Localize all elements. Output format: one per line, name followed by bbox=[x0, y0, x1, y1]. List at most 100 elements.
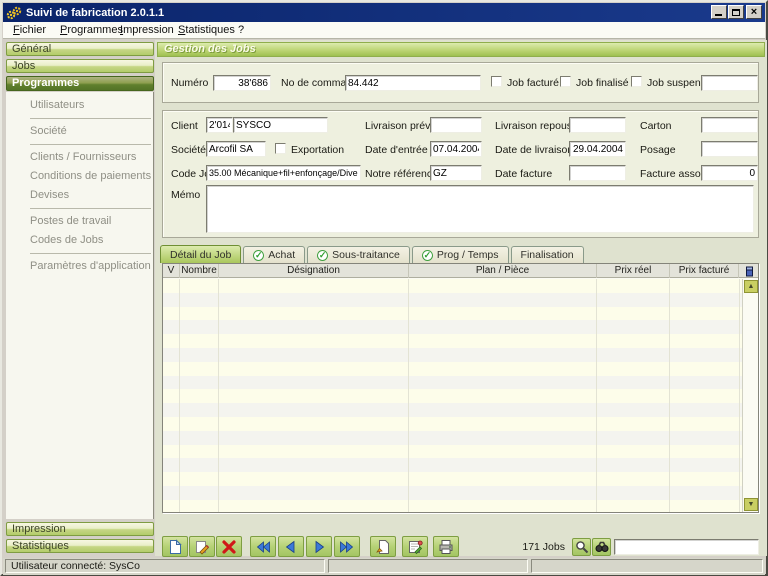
column-header-nombre[interactable]: Nombre bbox=[180, 264, 219, 278]
sidebar-item-conditions-paiements[interactable]: Conditions de paiements bbox=[6, 167, 153, 186]
exportation-checkbox[interactable] bbox=[275, 143, 286, 154]
column-header-v[interactable]: V bbox=[163, 264, 180, 278]
posage-field[interactable] bbox=[701, 141, 758, 157]
tab-prog-temps[interactable]: ✓ Prog / Temps bbox=[412, 246, 509, 263]
table-row[interactable] bbox=[163, 376, 742, 390]
minimize-icon bbox=[715, 14, 722, 16]
sidebar-item-jobs[interactable]: Jobs bbox=[6, 59, 154, 73]
column-header-designation[interactable]: Désignation bbox=[219, 264, 409, 278]
carton-field[interactable] bbox=[701, 117, 758, 133]
table-row[interactable] bbox=[163, 431, 742, 445]
first-record-button[interactable] bbox=[250, 536, 276, 557]
table-cell bbox=[597, 500, 670, 512]
table-cell bbox=[597, 279, 670, 293]
sidebar-item-general[interactable]: Général bbox=[6, 42, 154, 56]
tab-achat[interactable]: ✓ Achat bbox=[243, 246, 305, 263]
sidebar-item-statistiques[interactable]: Statistiques bbox=[6, 539, 154, 553]
memo-field[interactable] bbox=[206, 185, 754, 233]
column-select-cell[interactable] bbox=[739, 264, 758, 278]
title-bar[interactable]: Suivi de fabrication 2.0.1.1 × bbox=[3, 3, 765, 22]
numero-field[interactable] bbox=[213, 75, 271, 91]
table-cell bbox=[597, 458, 670, 472]
vertical-scrollbar[interactable]: ▲ ▼ bbox=[742, 279, 758, 512]
print-copy-icon bbox=[438, 539, 454, 555]
date-facture-field[interactable] bbox=[569, 165, 626, 181]
societe-field[interactable] bbox=[206, 141, 266, 157]
date-livraison-field[interactable] bbox=[569, 141, 626, 157]
edit-record-button[interactable] bbox=[189, 536, 215, 557]
notre-reference-label: Notre référence bbox=[365, 168, 438, 181]
quick-search-input[interactable] bbox=[614, 539, 759, 555]
table-row[interactable] bbox=[163, 417, 742, 431]
menu-fichier[interactable]: Fichier bbox=[9, 23, 50, 38]
minimize-button[interactable] bbox=[711, 5, 727, 19]
table-row[interactable] bbox=[163, 403, 742, 417]
table-row[interactable] bbox=[163, 389, 742, 403]
client-name-field[interactable] bbox=[233, 117, 328, 133]
table-row[interactable] bbox=[163, 293, 742, 307]
table-row[interactable] bbox=[163, 445, 742, 459]
sidebar-item-postes-travail[interactable]: Postes de travail bbox=[6, 212, 153, 231]
client-code-field[interactable] bbox=[206, 117, 233, 133]
delete-record-button[interactable] bbox=[216, 536, 242, 557]
menu-impression[interactable]: Impression bbox=[116, 23, 178, 38]
table-row[interactable] bbox=[163, 486, 742, 500]
table-row[interactable] bbox=[163, 320, 742, 334]
date-entree-field[interactable] bbox=[430, 141, 482, 157]
print-copy-button[interactable] bbox=[433, 536, 459, 557]
menu-statistiques[interactable]: Statistiques bbox=[174, 23, 239, 38]
find-button[interactable] bbox=[592, 538, 611, 556]
search-button[interactable] bbox=[572, 538, 591, 556]
scroll-down-icon[interactable]: ▼ bbox=[744, 498, 758, 511]
livraison-repoussee-field[interactable] bbox=[569, 117, 626, 133]
sidebar-item-societe[interactable]: Société bbox=[6, 122, 153, 141]
sidebar-item-devises[interactable]: Devises bbox=[6, 186, 153, 205]
scroll-up-icon[interactable]: ▲ bbox=[744, 280, 758, 293]
table-cell bbox=[670, 320, 740, 334]
tab-sous-traitance[interactable]: ✓ Sous-traitance bbox=[307, 246, 410, 263]
sidebar-item-impression[interactable]: Impression bbox=[6, 522, 154, 536]
facture-associee-field[interactable] bbox=[701, 165, 758, 181]
table-row[interactable] bbox=[163, 458, 742, 472]
table-cell bbox=[409, 417, 597, 431]
sidebar-item-clients-fournisseurs[interactable]: Clients / Fournisseurs bbox=[6, 148, 153, 167]
column-header-prix-reel[interactable]: Prix réel bbox=[597, 264, 670, 278]
job-suspendu-checkbox[interactable] bbox=[631, 76, 642, 87]
table-row[interactable] bbox=[163, 279, 742, 293]
job-extra-field[interactable] bbox=[701, 75, 758, 91]
exportation-label: Exportation bbox=[291, 144, 344, 157]
table-row[interactable] bbox=[163, 362, 742, 376]
notre-reference-field[interactable] bbox=[430, 165, 482, 181]
tab-finalisation[interactable]: Finalisation bbox=[511, 246, 584, 263]
table-row[interactable] bbox=[163, 334, 742, 348]
job-finalise-checkbox[interactable] bbox=[560, 76, 571, 87]
table-row[interactable] bbox=[163, 307, 742, 321]
tab-detail-du-job[interactable]: Détail du Job bbox=[160, 245, 241, 263]
job-facture-checkbox[interactable] bbox=[491, 76, 502, 87]
table-row[interactable] bbox=[163, 472, 742, 486]
last-record-button[interactable] bbox=[334, 536, 360, 557]
column-header-prix-facture[interactable]: Prix facturé bbox=[670, 264, 739, 278]
close-button[interactable]: × bbox=[746, 5, 762, 19]
table-cell bbox=[670, 472, 740, 486]
sidebar-item-utilisateurs[interactable]: Utilisateurs bbox=[6, 96, 153, 115]
next-record-button[interactable] bbox=[306, 536, 332, 557]
sidebar-item-codes-jobs[interactable]: Codes de Jobs bbox=[6, 231, 153, 250]
column-header-plan-piece[interactable]: Plan / Pièce bbox=[409, 264, 597, 278]
previous-record-button[interactable] bbox=[278, 536, 304, 557]
sidebar-item-programmes[interactable]: Programmes bbox=[6, 76, 154, 91]
table-row[interactable] bbox=[163, 500, 742, 512]
menu-aide[interactable]: ? bbox=[234, 23, 248, 38]
maximize-button[interactable] bbox=[728, 5, 744, 19]
table-cell bbox=[180, 279, 219, 293]
table-cell bbox=[163, 458, 180, 472]
livraison-prevue-field[interactable] bbox=[430, 117, 482, 133]
table-row[interactable] bbox=[163, 348, 742, 362]
table-cell bbox=[670, 445, 740, 459]
report-document-button[interactable] bbox=[370, 536, 396, 557]
new-record-button[interactable] bbox=[162, 536, 188, 557]
commande-field[interactable] bbox=[345, 75, 481, 91]
sidebar-item-parametres-application[interactable]: Paramètres d'application bbox=[6, 257, 153, 276]
code-job-field[interactable] bbox=[206, 165, 361, 181]
form-document-button[interactable] bbox=[402, 536, 428, 557]
